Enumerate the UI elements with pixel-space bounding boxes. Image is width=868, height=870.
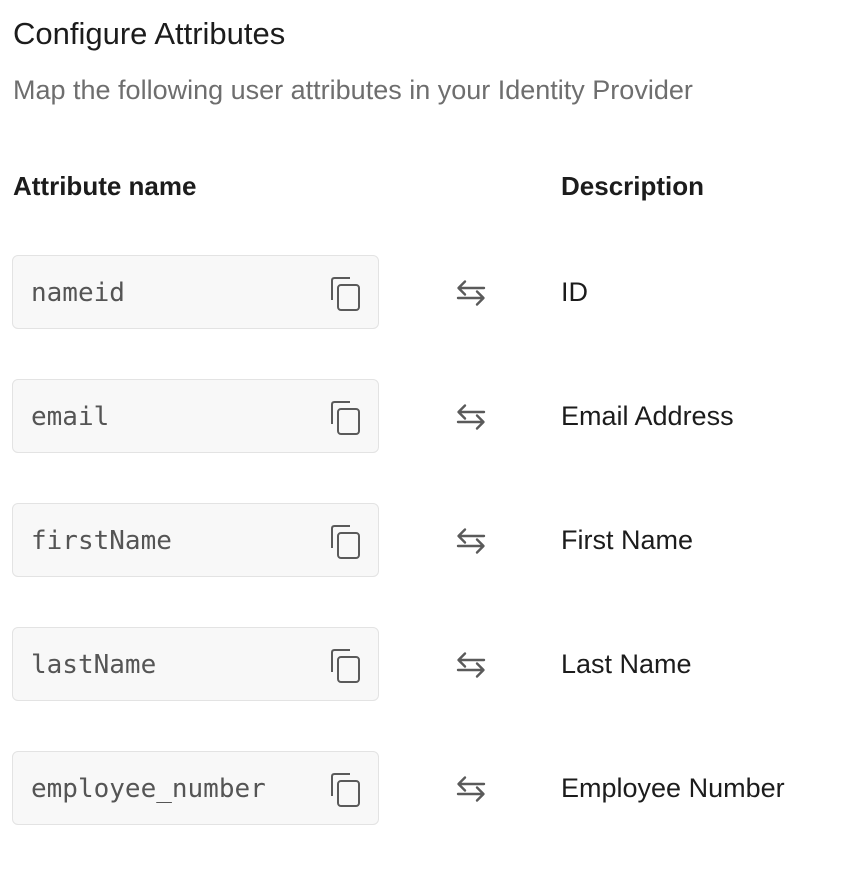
attribute-row: nameid ID <box>0 255 868 331</box>
copy-button[interactable] <box>323 522 363 562</box>
copy-button[interactable] <box>323 398 363 438</box>
swap-arrows-icon <box>456 404 486 430</box>
attribute-row: employee_number Employee Number <box>0 751 868 827</box>
swap-arrows-icon <box>456 528 486 554</box>
attribute-row: firstName First Name <box>0 503 868 579</box>
attribute-field[interactable]: email <box>12 379 379 453</box>
attribute-field[interactable]: employee_number <box>12 751 379 825</box>
copy-button[interactable] <box>323 770 363 810</box>
copy-icon <box>331 525 360 559</box>
attribute-description: ID <box>561 277 588 307</box>
swap-arrows-icon <box>456 652 486 678</box>
attribute-field[interactable]: lastName <box>12 627 379 701</box>
column-header-description: Description <box>561 171 705 201</box>
attribute-description: Email Address <box>561 401 734 431</box>
column-header-attribute: Attribute name <box>13 171 197 201</box>
attribute-description: Last Name <box>561 649 692 679</box>
attribute-value: firstName <box>31 526 172 556</box>
attribute-description: First Name <box>561 525 694 555</box>
swap-arrows-icon <box>456 776 486 802</box>
attribute-row: lastName Last Name <box>0 627 868 703</box>
attribute-field[interactable]: nameid <box>12 255 379 329</box>
copy-icon <box>331 649 360 683</box>
attribute-value: employee_number <box>31 774 266 804</box>
attribute-value: lastName <box>31 650 157 680</box>
copy-button[interactable] <box>323 274 363 314</box>
page-subtitle: Map the following user attributes in you… <box>13 75 693 105</box>
copy-button[interactable] <box>323 646 363 686</box>
attribute-row: email Email Address <box>0 379 868 455</box>
attribute-value: nameid <box>31 278 125 308</box>
copy-icon <box>331 401 360 435</box>
attribute-value: email <box>31 402 110 432</box>
copy-icon <box>331 773 360 807</box>
attribute-description: Employee Number <box>561 773 785 803</box>
swap-arrows-icon <box>456 280 486 306</box>
copy-icon <box>331 277 360 311</box>
attribute-field[interactable]: firstName <box>12 503 379 577</box>
page-title: Configure Attributes <box>13 16 286 51</box>
